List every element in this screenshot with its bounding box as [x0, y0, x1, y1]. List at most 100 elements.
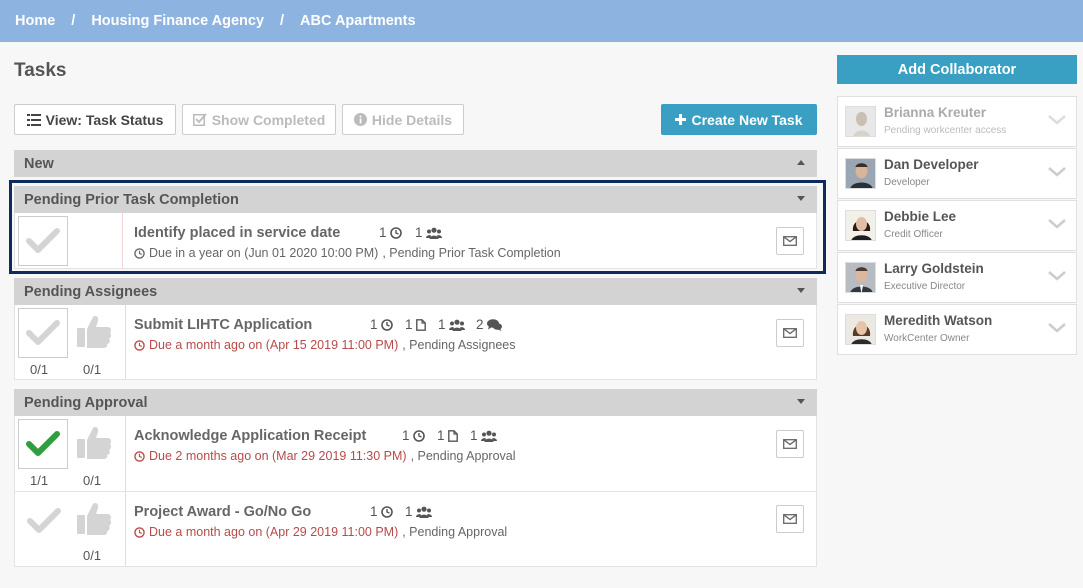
- approve-button[interactable]: [75, 498, 113, 538]
- section-new-header[interactable]: New: [14, 150, 817, 177]
- avatar: [845, 262, 876, 293]
- envelope-icon: [783, 439, 797, 449]
- hide-details-label: Hide Details: [371, 111, 453, 128]
- approve-count: 0/1: [83, 473, 102, 488]
- section-label: Pending Approval: [24, 394, 148, 411]
- chevron-down-icon[interactable]: [1048, 115, 1066, 125]
- breadcrumb-home[interactable]: Home: [15, 13, 55, 29]
- task-title[interactable]: Project Award - Go/No Go: [134, 504, 311, 520]
- thumbs-up-icon: [77, 316, 112, 348]
- check-icon: [27, 508, 61, 533]
- section-label: Pending Assignees: [24, 283, 158, 300]
- task-title[interactable]: Submit LIHTC Application: [134, 317, 312, 333]
- check-icon: [26, 431, 60, 456]
- show-completed-button[interactable]: Show Completed: [182, 104, 336, 135]
- collaborator-role: Pending workcenter access: [884, 125, 1007, 136]
- email-button[interactable]: [776, 505, 804, 533]
- complete-checkbox[interactable]: [18, 419, 68, 469]
- chevron-down-icon[interactable]: [1048, 167, 1066, 177]
- collaborator-role: WorkCenter Owner: [884, 333, 970, 344]
- info-icon: [353, 113, 367, 126]
- avatar: [845, 210, 876, 241]
- collaborator-name: Meredith Watson: [884, 313, 993, 328]
- due-date: Due a month ago on (Apr 29 2019 11:00 PM…: [134, 525, 507, 539]
- clock-icon: [412, 429, 425, 442]
- email-button[interactable]: [776, 430, 804, 458]
- people-count: 1: [438, 317, 465, 332]
- complete-checkbox[interactable]: [18, 308, 68, 358]
- hide-details-button[interactable]: Hide Details: [342, 104, 464, 135]
- approve-button[interactable]: [75, 311, 113, 351]
- create-new-task-button[interactable]: Create New Task: [661, 104, 817, 135]
- task-row-acknowledge[interactable]: 1/1 0/1 Acknowledge Application Receipt …: [14, 416, 817, 492]
- chevron-down-icon[interactable]: [1048, 271, 1066, 281]
- approve-count: 0/1: [83, 548, 102, 563]
- section-pending-assignees-header[interactable]: Pending Assignees: [14, 278, 817, 305]
- task-row-project-award[interactable]: 0/1 Project Award - Go/No Go 1 1 Due a m…: [14, 492, 817, 567]
- envelope-icon: [783, 514, 797, 524]
- checkbox-icon: [192, 113, 207, 126]
- page-title: Tasks: [14, 60, 67, 81]
- collaborator-name: Dan Developer: [884, 157, 979, 172]
- clock-count: 1: [370, 317, 393, 332]
- collaborator-name: Brianna Kreuter: [884, 105, 987, 120]
- chevron-down-icon[interactable]: [1048, 219, 1066, 229]
- breadcrumb-project[interactable]: ABC Apartments: [300, 13, 415, 29]
- document-icon: [415, 318, 426, 331]
- comments-icon: [486, 318, 502, 331]
- clock-icon: [380, 318, 393, 331]
- caret-down-icon: [797, 399, 805, 404]
- row-divider: [125, 492, 126, 566]
- breadcrumb-separator: /: [280, 13, 285, 29]
- avatar: [845, 158, 876, 189]
- list-icon: [26, 113, 41, 126]
- due-date: Due 2 months ago on (Mar 29 2019 11:30 P…: [134, 449, 516, 463]
- collaborator-meredith-watson[interactable]: Meredith Watson WorkCenter Owner: [837, 304, 1077, 355]
- envelope-icon: [783, 328, 797, 338]
- clock-count: 1: [370, 504, 393, 519]
- check-count: 0/1: [30, 362, 49, 377]
- collaborator-role: Developer: [884, 177, 930, 188]
- caret-up-icon: [797, 160, 805, 165]
- breadcrumb-agency[interactable]: Housing Finance Agency: [91, 13, 264, 29]
- approve-count: 0/1: [83, 362, 102, 377]
- chevron-down-icon[interactable]: [1048, 323, 1066, 333]
- highlight-frame: [9, 180, 826, 274]
- task-row-submit-lihtc[interactable]: 0/1 0/1 Submit LIHTC Application 1 1 1 2…: [14, 305, 817, 380]
- collaborator-larry-goldstein[interactable]: Larry Goldstein Executive Director: [837, 252, 1077, 303]
- row-divider: [125, 305, 126, 379]
- thumbs-up-icon: [77, 427, 112, 459]
- thumbs-up-icon: [77, 503, 112, 535]
- email-button[interactable]: [776, 319, 804, 347]
- view-task-status-button[interactable]: View: Task Status: [14, 104, 176, 135]
- document-count: 1: [437, 428, 458, 443]
- show-completed-label: Show Completed: [211, 111, 326, 128]
- collaborator-name: Debbie Lee: [884, 209, 957, 224]
- collaborator-dan-developer[interactable]: Dan Developer Developer: [837, 148, 1077, 199]
- collaborator-name: Larry Goldstein: [884, 261, 984, 276]
- collaborator-role: Executive Director: [884, 281, 966, 292]
- avatar: [845, 106, 876, 137]
- create-new-task-label: Create New Task: [691, 111, 803, 128]
- check-icon: [26, 320, 60, 345]
- plus-icon: [675, 114, 687, 125]
- people-count: 1: [405, 504, 432, 519]
- add-collaborator-button[interactable]: Add Collaborator: [837, 55, 1077, 84]
- breadcrumb: Home / Housing Finance Agency / ABC Apar…: [0, 0, 1083, 42]
- task-title[interactable]: Acknowledge Application Receipt: [134, 428, 366, 444]
- users-icon: [448, 319, 465, 331]
- clock-icon: [134, 526, 145, 538]
- section-label: New: [24, 155, 54, 172]
- approve-button[interactable]: [75, 422, 113, 462]
- complete-checkbox[interactable]: [23, 500, 65, 542]
- check-count: 1/1: [30, 473, 49, 488]
- view-task-status-label: View: Task Status: [45, 111, 164, 128]
- collaborator-debbie-lee[interactable]: Debbie Lee Credit Officer: [837, 200, 1077, 251]
- document-count: 1: [405, 317, 426, 332]
- clock-icon: [134, 450, 145, 462]
- users-icon: [415, 506, 432, 518]
- row-divider: [125, 416, 126, 491]
- clock-count: 1: [402, 428, 425, 443]
- section-pending-approval-header[interactable]: Pending Approval: [14, 389, 817, 416]
- collaborator-brianna-kreuter[interactable]: Brianna Kreuter Pending workcenter acces…: [837, 96, 1077, 147]
